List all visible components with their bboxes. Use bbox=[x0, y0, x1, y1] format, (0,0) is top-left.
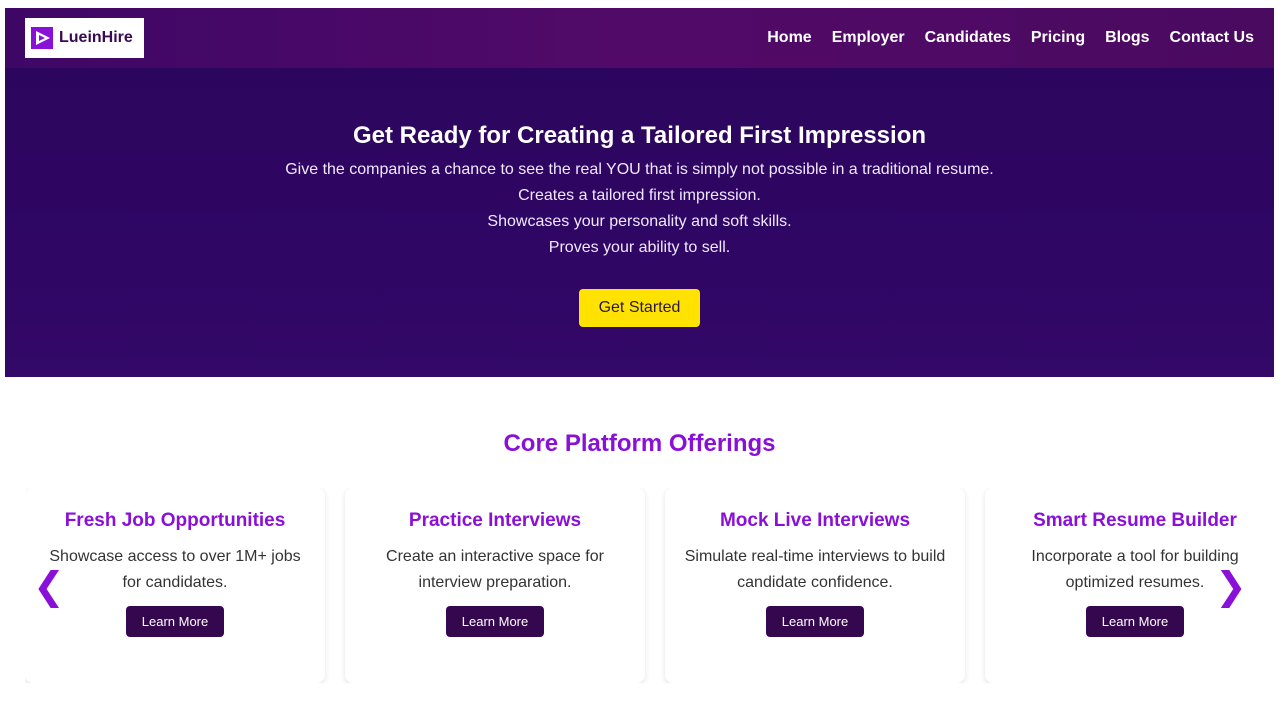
hero-section: Get Ready for Creating a Tailored First … bbox=[5, 68, 1274, 377]
learn-more-button[interactable]: Learn More bbox=[766, 606, 864, 637]
nav-contact-us[interactable]: Contact Us bbox=[1170, 29, 1254, 47]
nav-links: Home Employer Candidates Pricing Blogs C… bbox=[747, 29, 1254, 47]
card-title: Smart Resume Builder bbox=[1033, 510, 1237, 531]
learn-more-button[interactable]: Learn More bbox=[1086, 606, 1184, 637]
hero-line: Give the companies a chance to see the r… bbox=[285, 161, 994, 178]
offerings-carousel: Fresh Job Opportunities Showcase access … bbox=[25, 488, 1265, 683]
nav-candidates[interactable]: Candidates bbox=[925, 29, 1011, 47]
nav-home[interactable]: Home bbox=[767, 29, 811, 47]
card-title: Fresh Job Opportunities bbox=[64, 510, 286, 531]
learn-more-button[interactable]: Learn More bbox=[446, 606, 544, 637]
nav-pricing[interactable]: Pricing bbox=[1031, 29, 1085, 47]
chevron-right-icon[interactable]: ❯ bbox=[1215, 564, 1247, 608]
navbar: LueinHire Home Employer Candidates Prici… bbox=[5, 8, 1274, 68]
offering-card: Fresh Job Opportunities Showcase access … bbox=[25, 488, 325, 683]
card-description: Simulate real-time interviews to build c… bbox=[684, 548, 946, 591]
card-title: Mock Live Interviews bbox=[719, 510, 911, 531]
nav-employer[interactable]: Employer bbox=[832, 29, 905, 47]
offering-card: Mock Live Interviews Simulate real-time … bbox=[665, 488, 965, 683]
card-description: Showcase access to over 1M+ jobs for can… bbox=[49, 548, 301, 591]
hero-title: Get Ready for Creating a Tailored First … bbox=[352, 122, 927, 149]
card-title: Practice Interviews bbox=[408, 510, 582, 531]
offerings-title: Core Platform Offerings bbox=[503, 430, 776, 457]
chevron-left-icon[interactable]: ❮ bbox=[33, 564, 65, 608]
hero-line: Proves your ability to sell. bbox=[548, 239, 731, 256]
hero-description: Give the companies a chance to see the r… bbox=[5, 157, 1274, 261]
nav-blogs[interactable]: Blogs bbox=[1105, 29, 1149, 47]
logo-icon bbox=[31, 27, 53, 49]
logo-text: LueinHire bbox=[59, 29, 133, 46]
card-description: Create an interactive space for intervie… bbox=[386, 548, 604, 591]
hero-line: Creates a tailored first impression. bbox=[518, 187, 761, 204]
get-started-button[interactable]: Get Started bbox=[579, 289, 700, 327]
offering-card: Practice Interviews Create an interactiv… bbox=[345, 488, 645, 683]
hero-line: Showcases your personality and soft skil… bbox=[487, 213, 792, 230]
logo[interactable]: LueinHire bbox=[25, 18, 144, 58]
learn-more-button[interactable]: Learn More bbox=[126, 606, 224, 637]
